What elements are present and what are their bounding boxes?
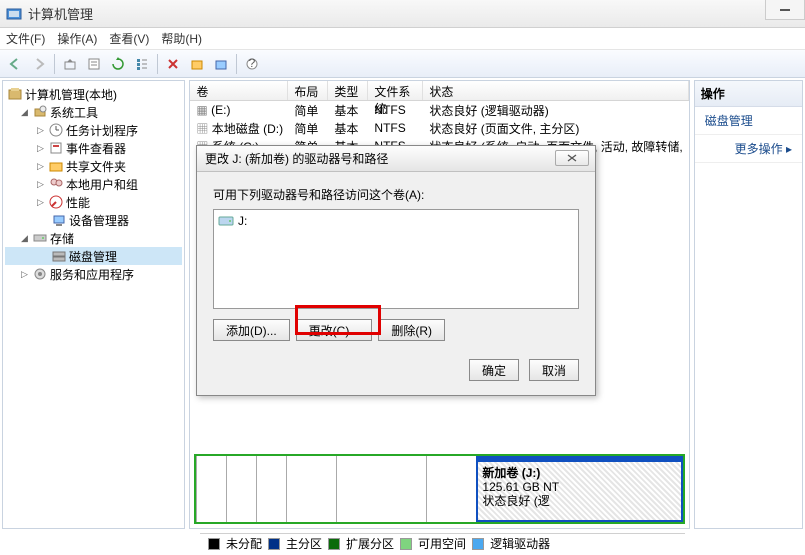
ok-button[interactable]: 确定 (469, 359, 519, 381)
disk-map: 新加卷 (J:) 125.61 GB NT 状态良好 (逻 (194, 454, 684, 524)
tree-event-viewer[interactable]: ▷ 事件查看器 (5, 139, 182, 157)
change-drive-letter-dialog: 更改 J: (新加卷) 的驱动器号和路径 可用下列驱动器号和路径访问这个卷(A)… (196, 145, 596, 396)
drive-letter: J: (238, 214, 247, 228)
drive-icon (218, 215, 234, 227)
tree-services-apps[interactable]: ▷ 服务和应用程序 (5, 265, 182, 283)
menu-view[interactable]: 查看(V) (109, 30, 149, 47)
expand-icon[interactable]: ▷ (19, 269, 30, 280)
collapse-icon[interactable]: ◢ (19, 233, 30, 244)
dialog-close-button[interactable] (555, 150, 589, 166)
actions-header: 操作 (695, 81, 802, 107)
menu-help[interactable]: 帮助(H) (161, 30, 202, 47)
forward-button[interactable] (28, 53, 50, 75)
disk-partition[interactable] (286, 456, 336, 522)
partition-status: 状态良好 (逻 (482, 494, 676, 508)
cancel-button[interactable]: 取消 (529, 359, 579, 381)
menu-file[interactable]: 文件(F) (6, 30, 45, 47)
header-status[interactable]: 状态 (423, 81, 688, 100)
list-view-button[interactable] (131, 53, 153, 75)
disk-legend: 未分配 主分区 扩展分区 可用空间 逻辑驱动器 (200, 533, 685, 553)
expand-icon[interactable]: ▷ (35, 197, 46, 208)
properties-button[interactable] (83, 53, 105, 75)
window-titlebar: 计算机管理 (0, 0, 805, 28)
toolbar: ? (0, 50, 805, 78)
disk-partition[interactable] (196, 456, 226, 522)
header-fs[interactable]: 文件系统 (368, 81, 423, 100)
back-button[interactable] (4, 53, 26, 75)
drive-list-item[interactable]: J: (218, 214, 574, 228)
app-icon (6, 6, 22, 22)
disk-partition[interactable] (256, 456, 286, 522)
tree-root[interactable]: 计算机管理(本地) (5, 85, 182, 103)
help-button[interactable]: ? (241, 53, 263, 75)
tree-disk-management[interactable]: 磁盘管理 (5, 247, 182, 265)
close-icon (566, 154, 578, 162)
disk-partition[interactable] (336, 456, 426, 522)
dialog-title: 更改 J: (新加卷) 的驱动器号和路径 (205, 150, 388, 167)
add-button[interactable]: 添加(D)... (213, 319, 290, 341)
header-volume[interactable]: 卷 (190, 81, 288, 100)
header-type[interactable]: 类型 (328, 81, 368, 100)
header-layout[interactable]: 布局 (288, 81, 328, 100)
tree-performance[interactable]: ▷ 性能 (5, 193, 182, 211)
disk-partition-selected[interactable]: 新加卷 (J:) 125.61 GB NT 状态良好 (逻 (476, 456, 682, 522)
navigation-tree[interactable]: 计算机管理(本地) ◢ 系统工具 ▷ 任务计划程序 ▷ 事件查看器 ▷ 共享文件… (2, 80, 185, 529)
change-button[interactable]: 更改(C)... (296, 319, 373, 341)
disk-partition[interactable] (426, 456, 476, 522)
delete-button[interactable] (162, 53, 184, 75)
volume-row[interactable]: ▦ (E:) 简单 基本 NTFS 状态良好 (逻辑驱动器) (190, 101, 688, 119)
actions-pane: 操作 磁盘管理 更多操作 ▸ (694, 80, 803, 529)
window-title: 计算机管理 (28, 4, 93, 23)
dialog-instruction: 可用下列驱动器号和路径访问这个卷(A): (213, 186, 579, 203)
tree-task-scheduler[interactable]: ▷ 任务计划程序 (5, 121, 182, 139)
action-a-button[interactable] (186, 53, 208, 75)
disk-partition[interactable] (226, 456, 256, 522)
actions-disk-mgmt[interactable]: 磁盘管理 (695, 107, 802, 135)
drive-list[interactable]: J: (213, 209, 579, 309)
expand-icon[interactable]: ▷ (35, 125, 46, 136)
up-button[interactable] (59, 53, 81, 75)
tree-shared-folders[interactable]: ▷ 共享文件夹 (5, 157, 182, 175)
expand-icon[interactable]: ▷ (35, 179, 46, 190)
refresh-button[interactable] (107, 53, 129, 75)
tree-storage[interactable]: ◢ 存储 (5, 229, 182, 247)
chevron-right-icon: ▸ (786, 142, 792, 156)
menu-bar: 文件(F) 操作(A) 查看(V) 帮助(H) (0, 28, 805, 50)
partition-name: 新加卷 (J:) (482, 466, 676, 480)
remove-button[interactable]: 删除(R) (378, 319, 445, 341)
volume-row[interactable]: ▦ 本地磁盘 (D:) 简单 基本 NTFS 状态良好 (页面文件, 主分区) (190, 119, 688, 137)
window-minimize-button[interactable] (765, 0, 805, 20)
svg-text:?: ? (249, 57, 256, 70)
action-b-button[interactable] (210, 53, 232, 75)
tree-local-users[interactable]: ▷ 本地用户和组 (5, 175, 182, 193)
dialog-titlebar[interactable]: 更改 J: (新加卷) 的驱动器号和路径 (197, 146, 595, 172)
volume-list-header[interactable]: 卷 布局 类型 文件系统 状态 (190, 81, 688, 101)
tree-device-manager[interactable]: 设备管理器 (5, 211, 182, 229)
expand-icon[interactable]: ▷ (35, 161, 46, 172)
collapse-icon[interactable]: ◢ (19, 107, 30, 118)
expand-icon[interactable]: ▷ (35, 143, 46, 154)
menu-action[interactable]: 操作(A) (57, 30, 97, 47)
partition-size: 125.61 GB NT (482, 480, 676, 494)
tree-system-tools[interactable]: ◢ 系统工具 (5, 103, 182, 121)
actions-more[interactable]: 更多操作 ▸ (695, 135, 802, 163)
